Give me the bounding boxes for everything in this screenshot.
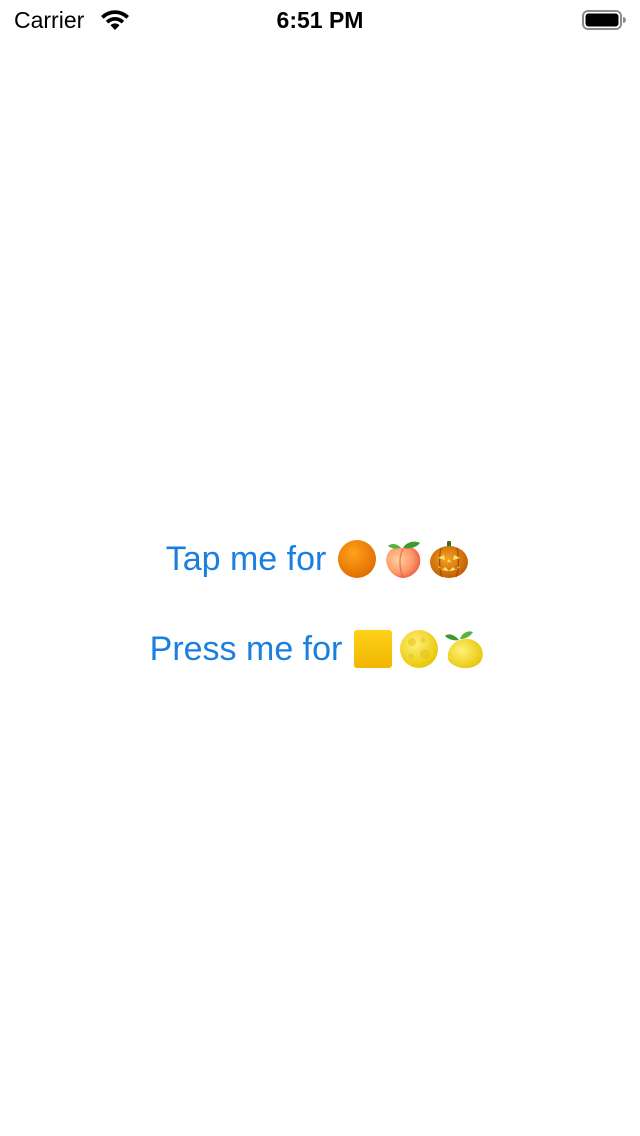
status-time: 6:51 PM [276, 7, 364, 33]
battery-icon [582, 10, 626, 30]
yellow-square-icon [354, 630, 393, 668]
app-screen: Carrier 6:51 PM Tap me for Press me for [0, 0, 640, 1136]
tap-me-label: Tap me for [165, 539, 327, 578]
full-moon-icon [400, 630, 439, 668]
tap-me-button[interactable]: Tap me for [0, 536, 640, 582]
orange-circle-icon [338, 540, 377, 578]
tap-me-emoji-group [336, 538, 474, 580]
press-me-emoji-group [352, 628, 490, 670]
lemon-icon [445, 631, 484, 669]
status-bar: Carrier 6:51 PM [0, 0, 640, 40]
peach-icon [386, 541, 421, 578]
press-me-label: Press me for [149, 629, 343, 668]
jack-o-lantern-icon [430, 541, 469, 578]
press-me-button[interactable]: Press me for [0, 626, 640, 672]
